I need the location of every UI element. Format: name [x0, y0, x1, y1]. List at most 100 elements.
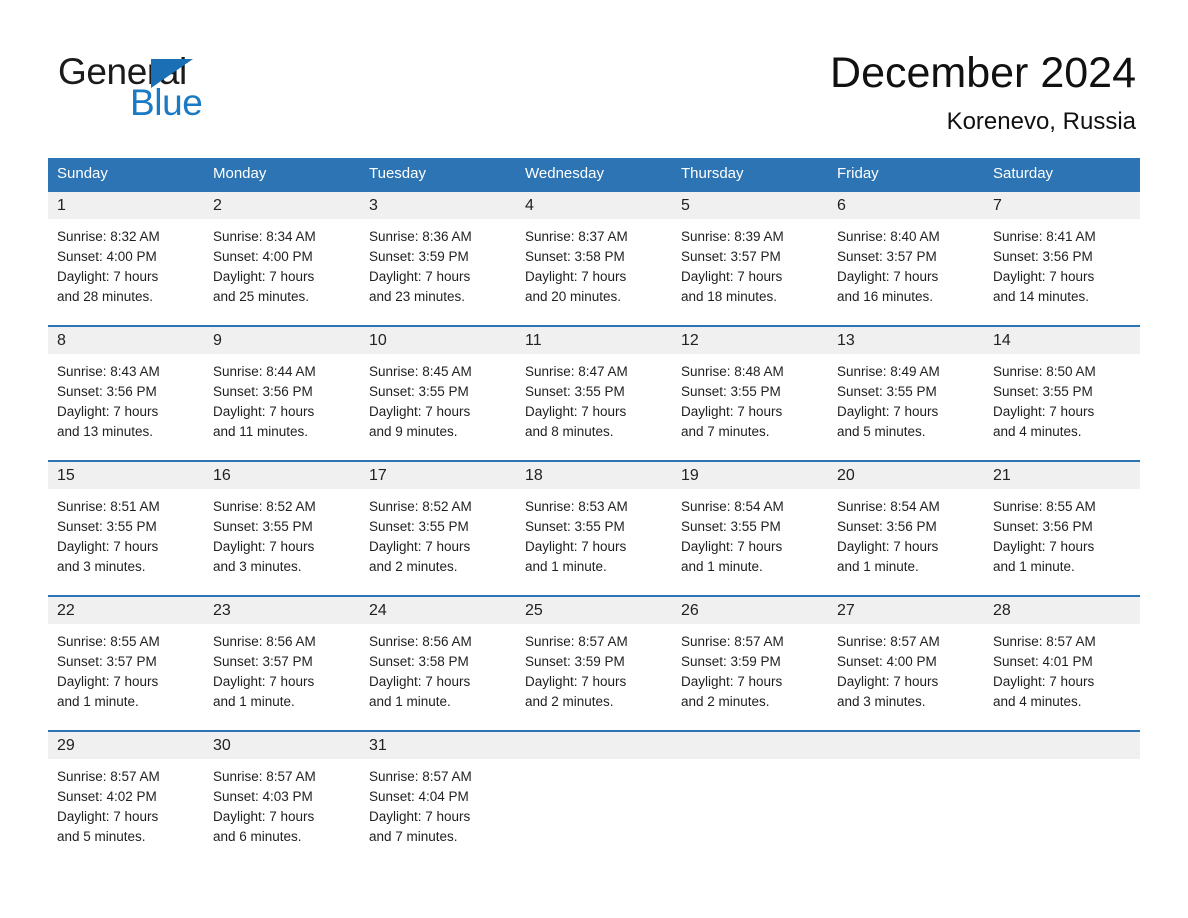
sunset-text: Sunset: 3:58 PM — [525, 249, 625, 264]
day-cell: Sunrise: 8:57 AM Sunset: 4:00 PM Dayligh… — [828, 624, 984, 730]
day-cell: Sunrise: 8:56 AM Sunset: 3:57 PM Dayligh… — [204, 624, 360, 730]
day-number[interactable]: 12 — [672, 327, 828, 354]
day-cell: Sunrise: 8:57 AM Sunset: 4:02 PM Dayligh… — [48, 759, 204, 865]
day-number[interactable]: 27 — [828, 597, 984, 624]
daylight-text-line2: and 20 minutes. — [525, 289, 622, 304]
day-detail-row: Sunrise: 8:55 AM Sunset: 3:57 PM Dayligh… — [48, 624, 1140, 730]
logo-text-blue: Blue — [130, 82, 203, 123]
daylight-text-line2: and 2 minutes. — [525, 694, 614, 709]
day-cell: Sunrise: 8:53 AM Sunset: 3:55 PM Dayligh… — [516, 489, 672, 595]
day-cell-empty — [828, 759, 984, 865]
week-row: 29 30 31 Sunrise: 8:57 AM Sunset: 4:02 P… — [48, 730, 1140, 865]
day-cell: Sunrise: 8:54 AM Sunset: 3:56 PM Dayligh… — [828, 489, 984, 595]
day-detail-row: Sunrise: 8:57 AM Sunset: 4:02 PM Dayligh… — [48, 759, 1140, 865]
day-number[interactable]: 6 — [828, 192, 984, 219]
day-number[interactable]: 1 — [48, 192, 204, 219]
sunset-text: Sunset: 3:55 PM — [681, 519, 781, 534]
day-cell: Sunrise: 8:44 AM Sunset: 3:56 PM Dayligh… — [204, 354, 360, 460]
day-number[interactable]: 24 — [360, 597, 516, 624]
sunset-text: Sunset: 3:59 PM — [681, 654, 781, 669]
daylight-text-line1: Daylight: 7 hours — [681, 674, 783, 689]
day-number-empty — [984, 732, 1140, 759]
day-cell: Sunrise: 8:57 AM Sunset: 3:59 PM Dayligh… — [516, 624, 672, 730]
day-detail-row: Sunrise: 8:32 AM Sunset: 4:00 PM Dayligh… — [48, 219, 1140, 325]
day-number[interactable]: 25 — [516, 597, 672, 624]
daylight-text-line2: and 4 minutes. — [993, 424, 1082, 439]
day-number[interactable]: 30 — [204, 732, 360, 759]
day-number-empty — [828, 732, 984, 759]
sunrise-text: Sunrise: 8:37 AM — [525, 229, 628, 244]
week-row: 8 9 10 11 12 13 14 Sunrise: 8:43 AM Suns… — [48, 325, 1140, 460]
daylight-text-line2: and 1 minute. — [525, 559, 607, 574]
day-cell: Sunrise: 8:55 AM Sunset: 3:56 PM Dayligh… — [984, 489, 1140, 595]
day-number[interactable]: 16 — [204, 462, 360, 489]
day-number-empty — [516, 732, 672, 759]
sunset-text: Sunset: 3:59 PM — [525, 654, 625, 669]
page-header: General Blue December 2024 Korenevo, Rus… — [0, 0, 1188, 150]
day-number[interactable]: 23 — [204, 597, 360, 624]
day-cell: Sunrise: 8:51 AM Sunset: 3:55 PM Dayligh… — [48, 489, 204, 595]
sunset-text: Sunset: 4:01 PM — [993, 654, 1093, 669]
sunset-text: Sunset: 3:59 PM — [369, 249, 469, 264]
day-number[interactable]: 15 — [48, 462, 204, 489]
daylight-text-line2: and 1 minute. — [681, 559, 763, 574]
day-number[interactable]: 2 — [204, 192, 360, 219]
day-number[interactable]: 11 — [516, 327, 672, 354]
day-number[interactable]: 8 — [48, 327, 204, 354]
day-number[interactable]: 5 — [672, 192, 828, 219]
sunset-text: Sunset: 3:57 PM — [681, 249, 781, 264]
daylight-text-line1: Daylight: 7 hours — [57, 404, 159, 419]
day-number[interactable]: 4 — [516, 192, 672, 219]
sunrise-text: Sunrise: 8:56 AM — [369, 634, 472, 649]
sunrise-text: Sunrise: 8:50 AM — [993, 364, 1096, 379]
sunset-text: Sunset: 3:55 PM — [369, 384, 469, 399]
calendar-page: General Blue December 2024 Korenevo, Rus… — [0, 0, 1188, 918]
day-number-row: 15 16 17 18 19 20 21 — [48, 462, 1140, 489]
sunrise-text: Sunrise: 8:45 AM — [369, 364, 472, 379]
day-cell: Sunrise: 8:41 AM Sunset: 3:56 PM Dayligh… — [984, 219, 1140, 325]
day-number[interactable]: 10 — [360, 327, 516, 354]
daylight-text-line2: and 7 minutes. — [681, 424, 770, 439]
daylight-text-line2: and 2 minutes. — [369, 559, 458, 574]
day-number[interactable]: 29 — [48, 732, 204, 759]
daylight-text-line2: and 3 minutes. — [837, 694, 926, 709]
sunset-text: Sunset: 3:55 PM — [993, 384, 1093, 399]
daylight-text-line1: Daylight: 7 hours — [525, 269, 627, 284]
day-cell: Sunrise: 8:55 AM Sunset: 3:57 PM Dayligh… — [48, 624, 204, 730]
day-number[interactable]: 9 — [204, 327, 360, 354]
day-number[interactable]: 20 — [828, 462, 984, 489]
daylight-text-line2: and 1 minute. — [993, 559, 1075, 574]
day-number[interactable]: 14 — [984, 327, 1140, 354]
general-blue-logo[interactable]: General Blue — [58, 52, 318, 123]
day-number[interactable]: 7 — [984, 192, 1140, 219]
day-number[interactable]: 13 — [828, 327, 984, 354]
sunset-text: Sunset: 3:57 PM — [837, 249, 937, 264]
sunrise-text: Sunrise: 8:57 AM — [525, 634, 628, 649]
sunrise-text: Sunrise: 8:57 AM — [681, 634, 784, 649]
sunrise-text: Sunrise: 8:34 AM — [213, 229, 316, 244]
sunrise-text: Sunrise: 8:40 AM — [837, 229, 940, 244]
sunset-text: Sunset: 3:55 PM — [525, 519, 625, 534]
day-cell: Sunrise: 8:57 AM Sunset: 4:04 PM Dayligh… — [360, 759, 516, 865]
day-number[interactable]: 18 — [516, 462, 672, 489]
day-number[interactable]: 22 — [48, 597, 204, 624]
day-number[interactable]: 3 — [360, 192, 516, 219]
day-number[interactable]: 19 — [672, 462, 828, 489]
day-number[interactable]: 31 — [360, 732, 516, 759]
day-cell: Sunrise: 8:48 AM Sunset: 3:55 PM Dayligh… — [672, 354, 828, 460]
day-number-row: 1 2 3 4 5 6 7 — [48, 192, 1140, 219]
weekday-header-monday: Monday — [213, 165, 267, 182]
day-cell: Sunrise: 8:32 AM Sunset: 4:00 PM Dayligh… — [48, 219, 204, 325]
day-number[interactable]: 28 — [984, 597, 1140, 624]
day-number[interactable]: 21 — [984, 462, 1140, 489]
day-number[interactable]: 17 — [360, 462, 516, 489]
daylight-text-line1: Daylight: 7 hours — [837, 539, 939, 554]
daylight-text-line1: Daylight: 7 hours — [213, 404, 315, 419]
day-number[interactable]: 26 — [672, 597, 828, 624]
day-number-row: 29 30 31 — [48, 732, 1140, 759]
page-title: December 2024 — [830, 49, 1136, 97]
sunset-text: Sunset: 4:00 PM — [213, 249, 313, 264]
daylight-text-line1: Daylight: 7 hours — [993, 404, 1095, 419]
sunset-text: Sunset: 4:02 PM — [57, 789, 157, 804]
daylight-text-line1: Daylight: 7 hours — [993, 539, 1095, 554]
